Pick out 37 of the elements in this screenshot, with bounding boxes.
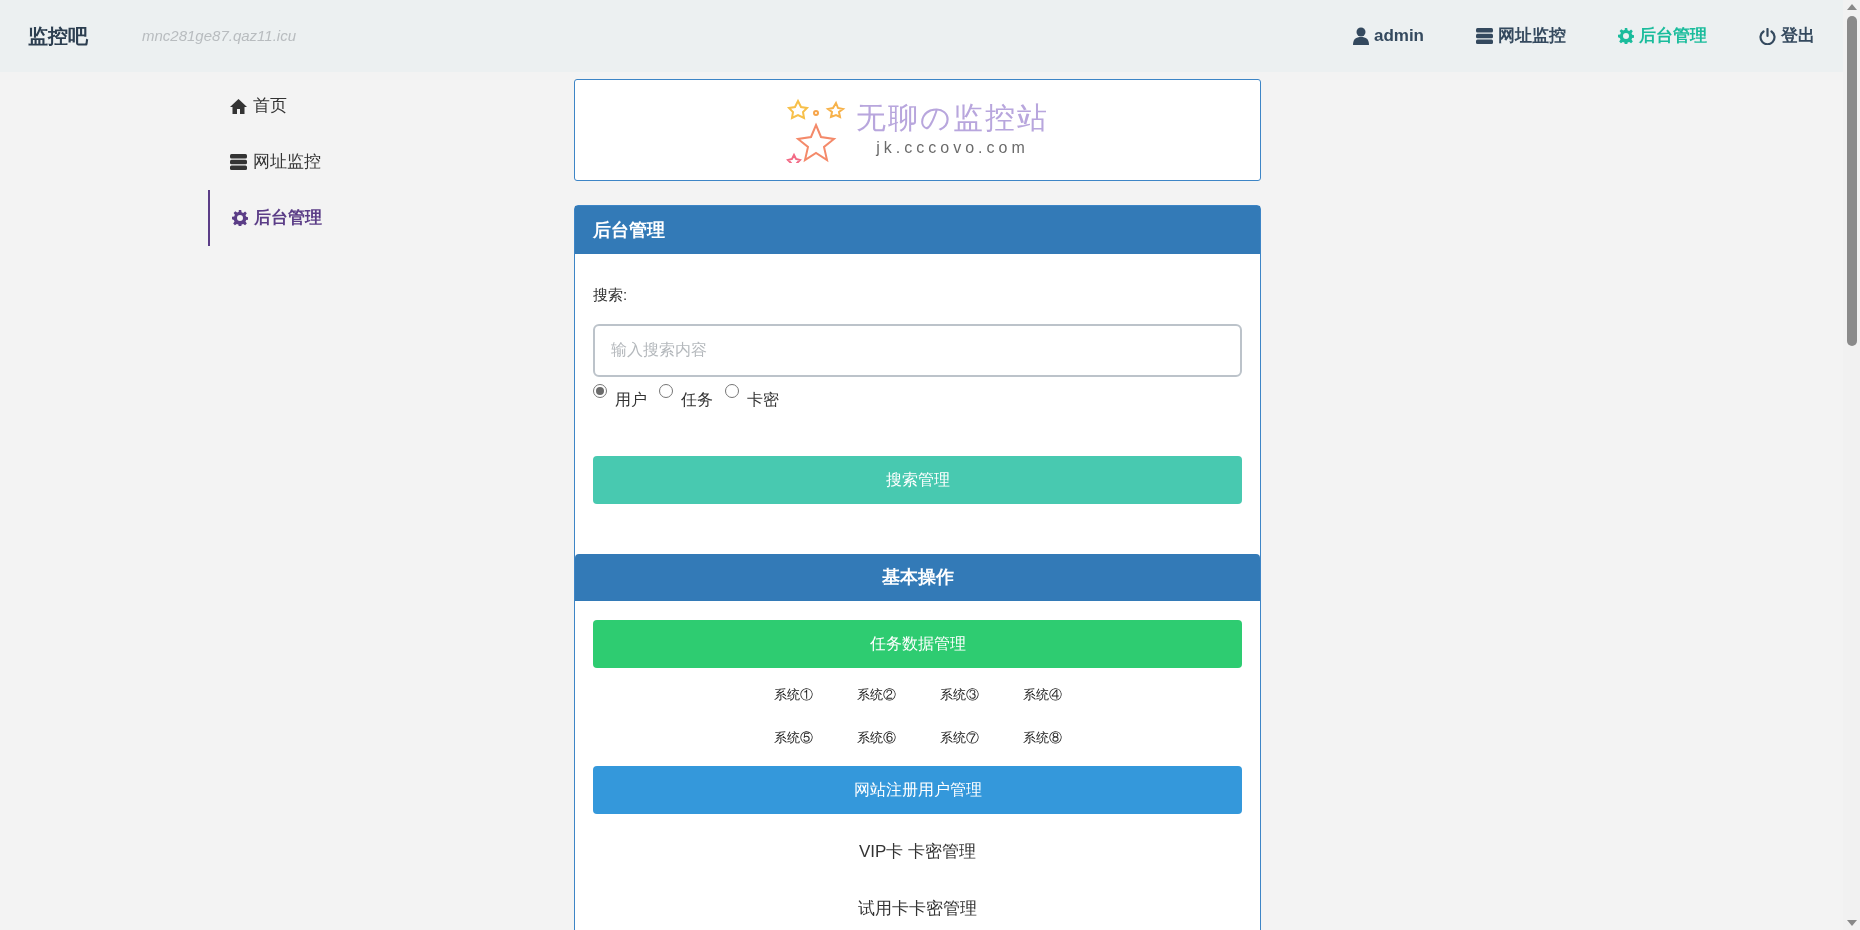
system-link[interactable]: 系统⑧ [1000, 716, 1084, 760]
power-icon [1759, 27, 1776, 45]
search-label: 搜索: [593, 285, 629, 305]
system-link[interactable]: 系统⑤ [751, 716, 835, 760]
system-link[interactable]: 系统③ [917, 673, 1001, 717]
user-icon [1352, 27, 1369, 45]
panel-header: 基本操作 [575, 553, 1260, 601]
radio-label: 卡密 [747, 389, 779, 410]
sidebar-item[interactable]: 首页 [210, 78, 410, 134]
system-link[interactable]: 系统① [751, 673, 835, 717]
sidebar-item[interactable]: 网址监控 [210, 134, 410, 190]
system-link[interactable]: 系统⑥ [834, 716, 918, 760]
brand-title[interactable]: 监控吧 [28, 21, 88, 51]
system-link[interactable]: 系统⑦ [917, 716, 1001, 760]
system-link[interactable]: 系统④ [1000, 673, 1084, 717]
home-icon [230, 98, 247, 114]
panel-header: 后台管理 [575, 206, 1260, 254]
gear-icon [232, 210, 248, 226]
radio-label: 用户 [615, 389, 647, 410]
server-icon [1476, 28, 1493, 44]
nav-link[interactable]: 登出 [1759, 23, 1815, 49]
stars-icon [786, 97, 848, 163]
card-link[interactable]: VIP卡 卡密管理 [858, 823, 977, 881]
nav-link[interactable]: 网址监控 [1476, 23, 1566, 49]
radio-button[interactable] [659, 383, 673, 398]
sidebar-item[interactable]: 后台管理 [208, 190, 408, 246]
nav-link[interactable]: admin [1352, 23, 1424, 49]
logo-domain: jk.cccovo.com [876, 138, 1029, 158]
system-link[interactable]: 系统② [834, 673, 918, 717]
gear-icon [1618, 28, 1634, 44]
radio-button[interactable] [593, 383, 607, 398]
card-link[interactable]: 试用卡卡密管理 [858, 880, 977, 930]
radio-label: 任务 [681, 389, 713, 410]
logo-title: 无聊の监控站 [856, 100, 1049, 136]
search-field[interactable]: 输入搜索内容 [593, 323, 1242, 377]
server-icon [230, 154, 247, 170]
radio-button[interactable] [725, 383, 739, 398]
